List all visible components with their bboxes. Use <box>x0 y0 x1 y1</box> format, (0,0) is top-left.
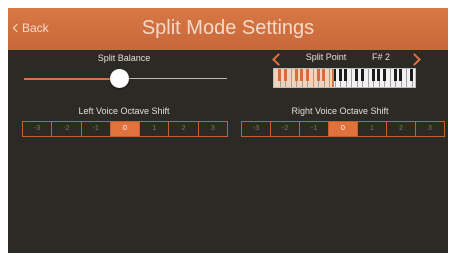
white-key-divider <box>329 69 330 87</box>
white-key-divider <box>313 69 314 87</box>
left-voice-octave-label: Left Voice Octave Shift <box>78 106 170 116</box>
black-key <box>300 69 303 81</box>
black-key <box>295 69 298 81</box>
white-key-divider <box>390 69 391 87</box>
right-voice-octave-control[interactable]: -3 -2 -1 0 1 2 3 <box>241 121 445 137</box>
split-balance-track[interactable] <box>127 78 227 79</box>
black-key <box>344 69 347 81</box>
black-key <box>361 69 364 81</box>
right-octave-option[interactable]: 1 <box>358 122 387 136</box>
left-octave-option[interactable]: 2 <box>169 122 199 136</box>
split-balance-slider-thumb[interactable] <box>109 69 129 88</box>
left-octave-option[interactable]: -1 <box>82 122 111 136</box>
white-key-divider <box>291 69 292 87</box>
right-voice-octave-label: Right Voice Octave Shift <box>291 106 389 116</box>
black-key <box>317 69 320 81</box>
header-bar: Back Split Mode Settings <box>8 8 448 50</box>
split-point-label: Split Point <box>305 52 347 62</box>
left-octave-option[interactable]: 0 <box>110 122 141 136</box>
black-key <box>383 69 386 81</box>
black-key <box>394 69 397 81</box>
left-octave-option[interactable]: 1 <box>140 122 170 136</box>
black-key <box>355 69 358 81</box>
black-key <box>306 69 309 81</box>
page-title: Split Mode Settings <box>141 17 315 39</box>
left-octave-option[interactable]: 3 <box>199 122 227 136</box>
black-key <box>322 69 325 81</box>
black-key <box>339 69 342 81</box>
black-key <box>278 69 281 81</box>
black-key <box>399 69 402 81</box>
right-octave-option[interactable]: 3 <box>416 122 444 136</box>
left-voice-octave-control[interactable]: -3 -2 -1 0 1 2 3 <box>22 121 228 137</box>
right-octave-option[interactable]: -1 <box>300 122 329 136</box>
white-key-divider <box>406 69 407 87</box>
black-key <box>372 69 375 81</box>
right-octave-option[interactable]: -3 <box>242 122 271 136</box>
black-key <box>284 69 287 81</box>
left-octave-option[interactable]: -3 <box>23 122 53 136</box>
left-octave-option[interactable]: -2 <box>52 122 82 136</box>
split-point-value: F# 2 <box>371 52 390 62</box>
split-balance-track-filled[interactable] <box>24 78 112 80</box>
split-point-marker <box>332 69 334 87</box>
right-octave-option[interactable]: 0 <box>329 122 358 136</box>
white-key-divider <box>351 69 352 87</box>
split-point-keyboard[interactable] <box>273 68 416 88</box>
split-balance-label: Split Balance <box>97 53 151 63</box>
white-key-divider <box>368 69 369 87</box>
right-octave-option[interactable]: 2 <box>387 122 416 136</box>
app-screen: Back Split Mode Settings Split Balance S… <box>8 8 448 253</box>
right-octave-option[interactable]: -2 <box>271 122 300 136</box>
black-key <box>377 69 380 81</box>
black-key <box>410 69 413 81</box>
